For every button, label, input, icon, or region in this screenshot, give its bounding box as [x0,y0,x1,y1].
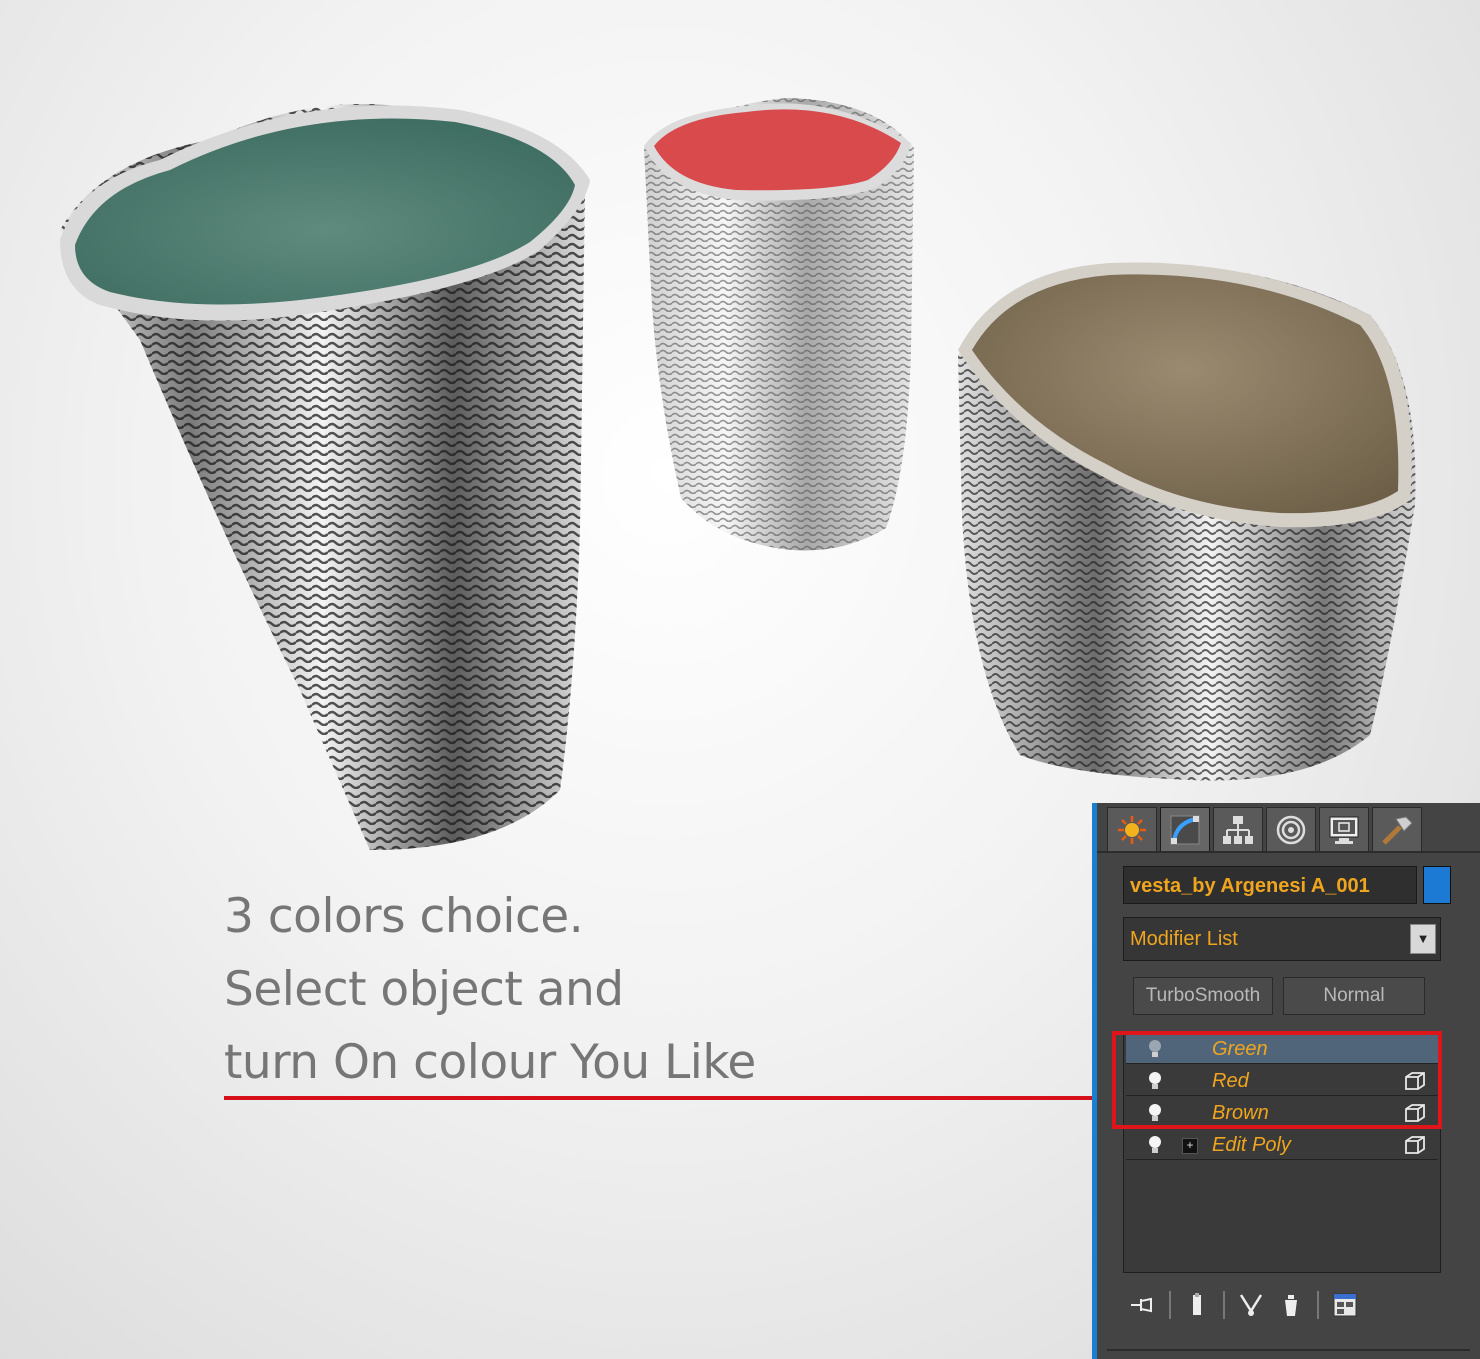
red-vase-image [644,98,914,551]
toolbar-separator [1317,1291,1319,1319]
trash-icon [1285,1295,1297,1316]
stack-item-edit-poly[interactable]: + Edit Poly [1126,1130,1438,1160]
normal-button[interactable]: Normal [1283,977,1425,1015]
panel-bottom-divider [1107,1349,1470,1351]
lightbulb-icon[interactable] [1146,1134,1164,1156]
tab-modify[interactable] [1160,807,1210,851]
caption-line-1: 3 colors choice. [224,889,584,944]
pin-stack-button[interactable] [1123,1287,1163,1323]
show-end-result-button[interactable] [1177,1287,1217,1323]
utilities-icon [1382,815,1413,845]
motion-icon [1276,815,1306,844]
modifier-stack-toolbar [1123,1285,1441,1325]
toolbar-separator [1223,1291,1225,1319]
green-vase-image [60,104,590,850]
tab-motion[interactable] [1266,807,1316,851]
color-options-highlight [1112,1031,1442,1129]
hierarchy-icon [1223,815,1253,844]
expand-plus-icon[interactable]: + [1182,1138,1198,1154]
caption: 3 colors choice. Select object and turn … [224,880,756,1099]
show-end-result-icon [1193,1293,1201,1315]
stack-item-label: Edit Poly [1212,1134,1291,1156]
command-panel-tabs [1107,807,1422,853]
caption-underline [224,1096,1114,1100]
tab-hierarchy[interactable] [1213,807,1263,851]
pin-stack-icon [1131,1297,1152,1313]
display-icon [1329,816,1359,844]
configure-sets-icon [1333,1293,1357,1317]
make-unique-button[interactable] [1231,1287,1271,1323]
toolbar-separator [1169,1291,1171,1319]
configure-modifier-sets-button[interactable] [1325,1287,1365,1323]
tab-create[interactable] [1107,807,1157,851]
turbosmooth-button[interactable]: TurboSmooth [1133,977,1273,1015]
remove-modifier-button[interactable] [1271,1287,1311,1323]
tab-divider [1097,851,1480,853]
object-name-field[interactable]: vesta_by Argenesi A_001 [1123,866,1417,904]
brown-vase-image [958,262,1416,781]
tab-utilities[interactable] [1372,807,1422,851]
make-unique-icon [1239,1294,1263,1316]
tab-display[interactable] [1319,807,1369,851]
modify-icon [1170,815,1200,844]
object-color-swatch[interactable] [1423,866,1451,904]
chevron-down-icon[interactable]: ▼ [1410,924,1436,954]
caption-line-3: turn On colour You Like [224,1035,756,1090]
create-icon [1118,815,1146,844]
caption-line-2: Select object and [224,962,624,1017]
modifier-list-label: Modifier List [1130,928,1238,950]
box-icon [1405,1136,1425,1154]
modifier-list-dropdown[interactable]: Modifier List ▼ [1123,917,1441,961]
